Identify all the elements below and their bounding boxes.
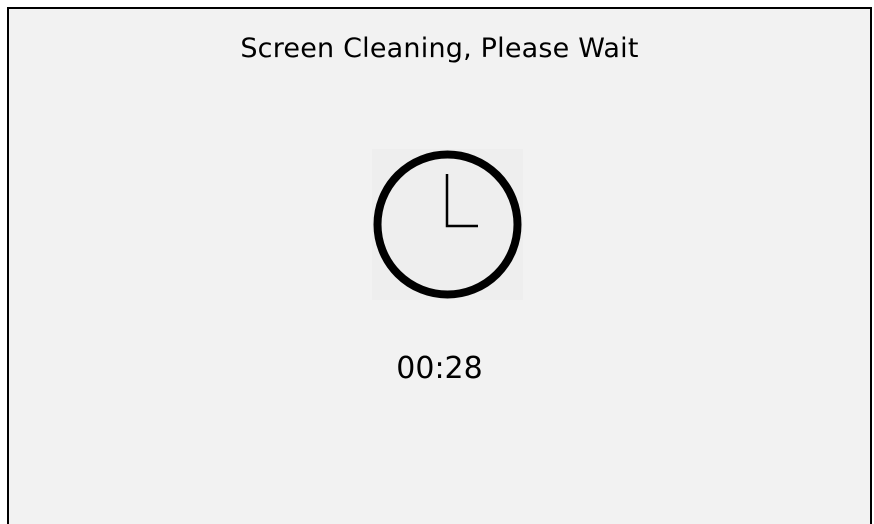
screen-cleaning-dialog: Screen Cleaning, Please Wait 00:28 (7, 7, 872, 524)
dialog-title: Screen Cleaning, Please Wait (240, 33, 639, 64)
clock-icon (372, 149, 523, 300)
countdown-timer: 00:28 (396, 351, 483, 386)
